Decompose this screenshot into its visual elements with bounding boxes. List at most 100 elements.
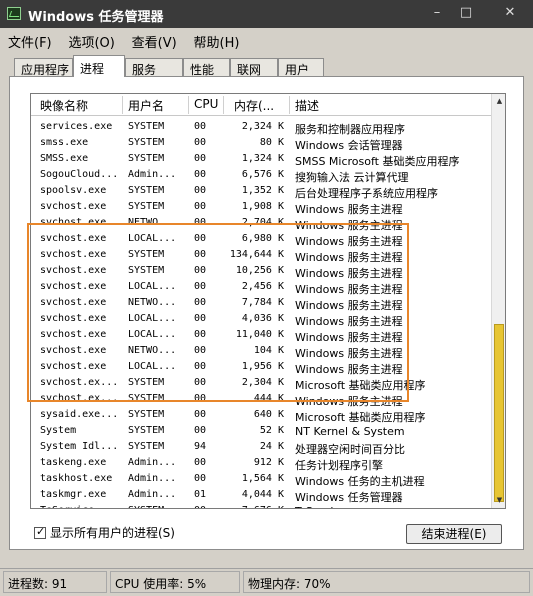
process-row[interactable]: svchost.exe LOCAL... 00 6,980 K Windows 服务主进… <box>31 232 491 248</box>
process-row[interactable]: svchost.exe SYSTEM 00 134,644 K Windows 服务主进… <box>31 248 491 264</box>
process-image-name: svchost.exe <box>40 265 107 276</box>
process-row[interactable]: sysaid.exe... SYSTEM 00 640 K Microsoft 基础类应… <box>31 408 491 424</box>
process-image-name: taskmgr.exe <box>40 489 107 500</box>
show-all-users-label: 显示所有用户的进程(S) <box>50 526 175 540</box>
vertical-scrollbar[interactable]: ▲ ▼ <box>491 94 505 508</box>
scroll-up-icon[interactable]: ▲ <box>492 94 505 109</box>
process-image-name: taskeng.exe <box>40 457 107 468</box>
process-description: Windows 服务主进程 <box>295 395 403 408</box>
process-image-name: svchost.exe <box>40 233 107 244</box>
process-description: Windows 任务管理器 <box>295 491 403 504</box>
process-row[interactable]: svchost.exe LOCAL... 00 2,456 K Windows 服务主进… <box>31 280 491 296</box>
process-memory: 1,908 K <box>241 201 284 212</box>
column-divider[interactable] <box>188 96 189 114</box>
process-row[interactable]: svchost.exe LOCAL... 00 11,040 K Windows 服务主… <box>31 328 491 344</box>
process-user-name: NETWO... <box>128 345 177 356</box>
process-memory: 10,256 K <box>235 265 284 276</box>
process-memory: 2,456 K <box>241 281 284 292</box>
tab-users[interactable]: 用户 <box>278 58 324 77</box>
column-divider[interactable] <box>289 96 290 114</box>
process-image-name: svchost.exe <box>40 281 107 292</box>
process-memory: 7,676 K <box>229 505 284 508</box>
menu-file[interactable]: 文件(F) <box>8 32 52 51</box>
column-divider[interactable] <box>223 96 224 114</box>
tab-networking[interactable]: 联网 <box>230 58 278 77</box>
process-row[interactable]: svchost.exe NETWO... 00 7,784 K Windows 服务主进… <box>31 296 491 312</box>
process-row[interactable]: System SYSTEM 00 52 K NT Kernel & System <box>31 424 491 440</box>
process-row[interactable]: svchost.ex... SYSTEM 00 444 K Windows 服务主进程 <box>31 392 491 408</box>
process-description: Windows 服务主进程 <box>295 299 403 312</box>
process-row[interactable]: TsService.... SYSTEM 00 7,676 K TsService <box>31 504 491 508</box>
column-cpu[interactable]: CPU <box>194 97 218 111</box>
process-cpu: 00 <box>194 329 207 340</box>
process-description: Windows 服务主进程 <box>295 219 403 232</box>
column-header-row: 映像名称 用户名 CPU 内存(... 描述 <box>31 94 491 116</box>
process-row[interactable]: System Idl... SYSTEM 94 24 K 处理器空闲时间百分比 <box>31 440 491 456</box>
tab-performance[interactable]: 性能 <box>183 58 230 77</box>
process-row[interactable]: taskeng.exe Admin... 00 912 K 任务计划程序引擎 <box>31 456 491 472</box>
process-description: 处理器空闲时间百分比 <box>295 443 405 456</box>
scroll-down-icon[interactable]: ▼ <box>492 493 505 508</box>
process-memory: 2,704 K <box>241 217 284 228</box>
process-row[interactable]: SMSS.exe SYSTEM 00 1,324 K SMSS Microsoft 基础… <box>31 152 491 168</box>
process-cpu: 00 <box>194 473 207 484</box>
process-memory: 6,576 K <box>241 169 284 180</box>
minimize-button[interactable]: – <box>428 4 446 22</box>
process-cpu: 00 <box>194 505 206 508</box>
process-user-name: SYSTEM <box>128 409 165 420</box>
maximize-button[interactable]: □ <box>457 4 475 22</box>
menu-view[interactable]: 查看(V) <box>132 32 177 51</box>
process-user-name: SYSTEM <box>128 137 165 148</box>
process-row[interactable]: svchost.exe SYSTEM 00 10,256 K Windows 服务主进程 <box>31 264 491 280</box>
process-image-name: svchost.exe <box>40 217 107 228</box>
process-row[interactable]: spoolsv.exe SYSTEM 00 1,352 K 后台处理程序子系统应用程序 <box>31 184 491 200</box>
process-row[interactable]: svchost.exe LOCAL... 00 1,956 K Windows 服务主进… <box>31 360 491 376</box>
process-image-name: svchost.exe <box>40 329 107 340</box>
process-row[interactable]: smss.exe SYSTEM 00 80 K Windows 会话管理器 <box>31 136 491 152</box>
show-all-users-checkbox[interactable]: 显示所有用户的进程(S) <box>34 524 175 541</box>
column-memory[interactable]: 内存(... <box>234 97 274 114</box>
menu-options[interactable]: 选项(O) <box>68 32 114 51</box>
status-bar: 进程数: 91 CPU 使用率: 5% 物理内存: 70% <box>0 568 533 596</box>
process-list[interactable]: 映像名称 用户名 CPU 内存(... 描述 services.exe SYSTE… <box>30 93 506 509</box>
process-description: NT Kernel & System <box>295 425 405 438</box>
process-user-name: SYSTEM <box>128 201 165 212</box>
end-process-button[interactable]: 结束进程(E) <box>406 524 502 544</box>
column-divider[interactable] <box>122 96 123 114</box>
process-cpu: 00 <box>194 121 207 132</box>
process-user-name: SYSTEM <box>128 393 165 404</box>
process-image-name: sysaid.exe... <box>40 409 119 420</box>
process-image-name: svchost.exe <box>40 201 107 212</box>
process-description: Windows 服务主进程 <box>295 283 403 296</box>
process-description: 搜狗输入法 云计算代理 <box>295 171 409 184</box>
process-memory: 640 K <box>253 409 284 420</box>
column-user-name[interactable]: 用户名 <box>128 97 164 114</box>
process-cpu: 00 <box>194 217 207 228</box>
process-row[interactable]: taskhost.exe Admin... 00 1,564 K Windows 任务的… <box>31 472 491 488</box>
process-row[interactable]: svchost.exe SYSTEM 00 1,908 K Windows 服务主进程 <box>31 200 491 216</box>
scrollbar-thumb[interactable] <box>494 324 504 502</box>
column-image-name[interactable]: 映像名称 <box>40 97 88 114</box>
checkbox-checked-icon[interactable] <box>34 525 46 539</box>
process-row[interactable]: svchost.exe NETWO... 00 2,704 K Windows 服务主进… <box>31 216 491 232</box>
process-image-name: services.exe <box>40 121 113 132</box>
process-row[interactable]: services.exe SYSTEM 00 2,324 K 服务和控制器应用程序 <box>31 120 491 136</box>
process-user-name: SYSTEM <box>128 153 165 164</box>
process-user-name: Admin... <box>128 489 177 500</box>
process-row[interactable]: svchost.exe LOCAL... 00 4,036 K Windows 服务主进… <box>31 312 491 328</box>
close-button[interactable]: ✕ <box>501 4 519 22</box>
tab-services[interactable]: 服务 <box>125 58 183 77</box>
tab-processes[interactable]: 进程 <box>73 55 125 77</box>
process-description: Windows 服务主进程 <box>295 315 403 328</box>
process-image-name: svchost.exe <box>40 297 107 308</box>
process-row[interactable]: taskmgr.exe Admin... 01 4,044 K Windows 任务管理… <box>31 488 491 504</box>
process-row[interactable]: svchost.exe NETWO... 00 104 K Windows 服务主进程 <box>31 344 491 360</box>
process-user-name: SYSTEM <box>128 265 165 276</box>
process-user-name: SYSTEM <box>128 425 165 436</box>
column-description[interactable]: 描述 <box>295 97 319 114</box>
tab-applications[interactable]: 应用程序 <box>14 58 73 77</box>
menu-help[interactable]: 帮助(H) <box>194 32 240 51</box>
process-row[interactable]: svchost.ex... SYSTEM 00 2,304 K Microsoft 基础… <box>31 376 491 392</box>
process-image-name: System <box>40 425 77 436</box>
process-row[interactable]: SogouCloud... Admin... 00 6,576 K 搜狗输入法 云计算代… <box>31 168 491 184</box>
